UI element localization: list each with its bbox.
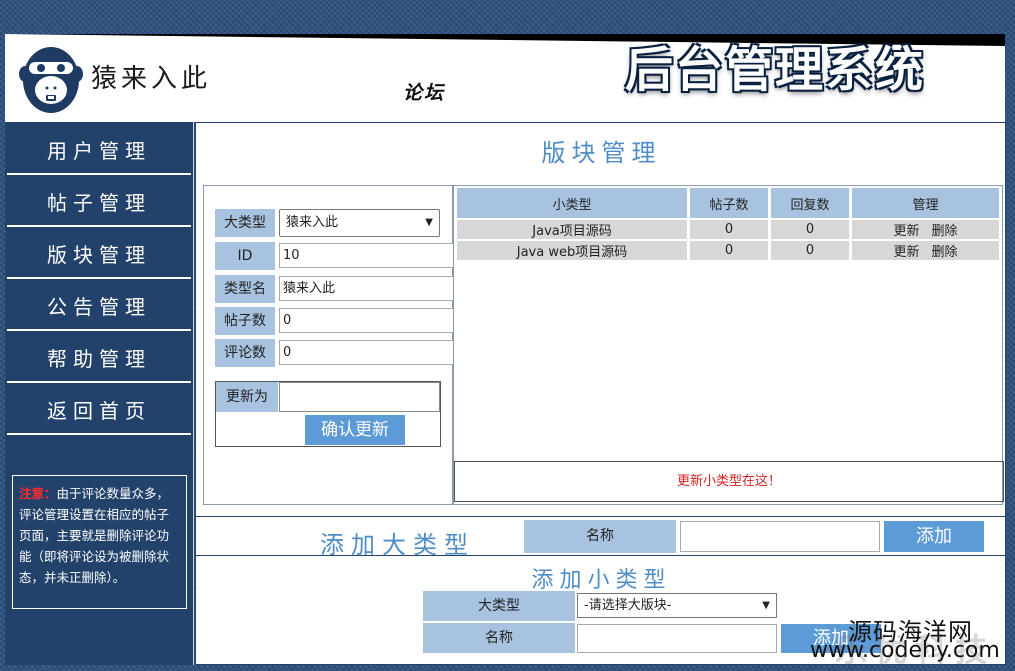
- category-label: 大类型: [215, 209, 275, 240]
- add-category-title: 添加大类型: [320, 531, 475, 559]
- watermark-url: www.codehy.com: [810, 638, 1000, 663]
- manage-cell: 更新 删除: [852, 241, 999, 260]
- column-header-subtype: 小类型: [457, 188, 687, 218]
- manage-cell: 更新 删除: [852, 220, 999, 239]
- update-to-input[interactable]: [279, 382, 440, 412]
- sidebar: 用户管理 帖子管理 版块管理 公告管理 帮助管理 返回首页 注意：由于评论数量众…: [5, 122, 194, 665]
- subtype-name: Java项目源码: [457, 220, 687, 239]
- sidebar-item-notices[interactable]: 公告管理: [7, 281, 191, 331]
- add-category-button[interactable]: 添加: [884, 521, 984, 552]
- comments-label: 评论数: [215, 339, 275, 370]
- category-select[interactable]: 猿来入此 ▼: [279, 209, 440, 237]
- column-header-posts: 帖子数: [690, 188, 768, 218]
- subtype-name-label: 名称: [423, 623, 575, 653]
- main-content: 版块管理 大类型 猿来入此 ▼ ID 10 类型名 猿来入此 帖子数 0 评论数…: [195, 122, 1007, 665]
- sidebar-item-boards[interactable]: 版块管理: [7, 229, 191, 279]
- parent-category-label: 大类型: [423, 591, 575, 621]
- page-title: 版块管理: [541, 139, 662, 167]
- subtype-posts: 0: [690, 241, 768, 260]
- sidebar-item-users[interactable]: 用户管理: [7, 125, 191, 175]
- subtype-replies: 0: [771, 220, 849, 239]
- edit-category-panel: 大类型 猿来入此 ▼ ID 10 类型名 猿来入此 帖子数 0 评论数 0 更新…: [203, 185, 454, 505]
- category-name-label: 名称: [524, 520, 676, 553]
- add-category-row: 添加大类型 名称 添加: [196, 516, 1007, 559]
- forum-title: 论坛: [403, 82, 446, 104]
- comments-field[interactable]: 0: [279, 340, 454, 365]
- confirm-update-button[interactable]: 确认更新: [305, 415, 405, 445]
- table-row: Java项目源码 0 0 更新 删除: [457, 220, 999, 239]
- update-to-label: 更新为: [216, 382, 278, 412]
- subtype-update-hint: 更新小类型在这！: [454, 461, 1004, 502]
- brand-name: 猿来入此: [91, 64, 212, 94]
- dropdown-arrow-icon: ▼: [762, 600, 770, 611]
- table-row: Java web项目源码 0 0 更新 删除: [457, 241, 999, 260]
- posts-field[interactable]: 0: [279, 308, 454, 333]
- update-link[interactable]: 更新: [893, 224, 919, 239]
- update-link[interactable]: 更新: [893, 245, 919, 260]
- subtype-posts: 0: [690, 220, 768, 239]
- id-label: ID: [215, 242, 275, 273]
- parent-category-select[interactable]: -请选择大版块- ▼: [577, 593, 777, 618]
- add-subtype-title: 添加小类型: [531, 568, 672, 593]
- column-header-replies: 回复数: [771, 188, 849, 218]
- type-name-field[interactable]: 猿来入此: [279, 276, 454, 301]
- update-box: 更新为 确认更新: [215, 381, 441, 447]
- header-banner: 猿来入此 论坛 后台管理系统: [5, 34, 1005, 122]
- monkey-logo-icon: [19, 47, 83, 113]
- parent-category-select-value: -请选择大版块-: [584, 598, 672, 613]
- type-name-label: 类型名: [215, 275, 275, 306]
- subtype-name: Java web项目源码: [457, 241, 687, 260]
- subtype-table: 小类型 帖子数 回复数 管理 Java项目源码 0 0 更新 删除 Java we…: [454, 186, 1002, 262]
- column-header-manage: 管理: [852, 188, 999, 218]
- sidebar-item-posts[interactable]: 帖子管理: [7, 177, 191, 227]
- posts-label: 帖子数: [215, 307, 275, 338]
- subtype-name-input[interactable]: [577, 624, 777, 653]
- note-label: 注意：: [19, 486, 57, 501]
- subtype-replies: 0: [771, 241, 849, 260]
- id-field[interactable]: 10: [279, 243, 454, 268]
- sidebar-item-help[interactable]: 帮助管理: [7, 333, 191, 383]
- dropdown-arrow-icon: ▼: [425, 217, 433, 228]
- sidebar-item-home[interactable]: 返回首页: [7, 385, 191, 435]
- note-box: 注意：由于评论数量众多，评论管理设置在相应的帖子页面，主要就是删除评论功能（即将…: [12, 475, 187, 609]
- category-name-input[interactable]: [680, 521, 880, 552]
- delete-link[interactable]: 删除: [932, 224, 958, 239]
- category-select-value: 猿来入此: [286, 215, 339, 230]
- subtype-panel: 小类型 帖子数 回复数 管理 Java项目源码 0 0 更新 删除 Java we…: [453, 185, 1004, 505]
- delete-link[interactable]: 删除: [932, 245, 958, 260]
- system-title: 后台管理系统: [625, 42, 926, 98]
